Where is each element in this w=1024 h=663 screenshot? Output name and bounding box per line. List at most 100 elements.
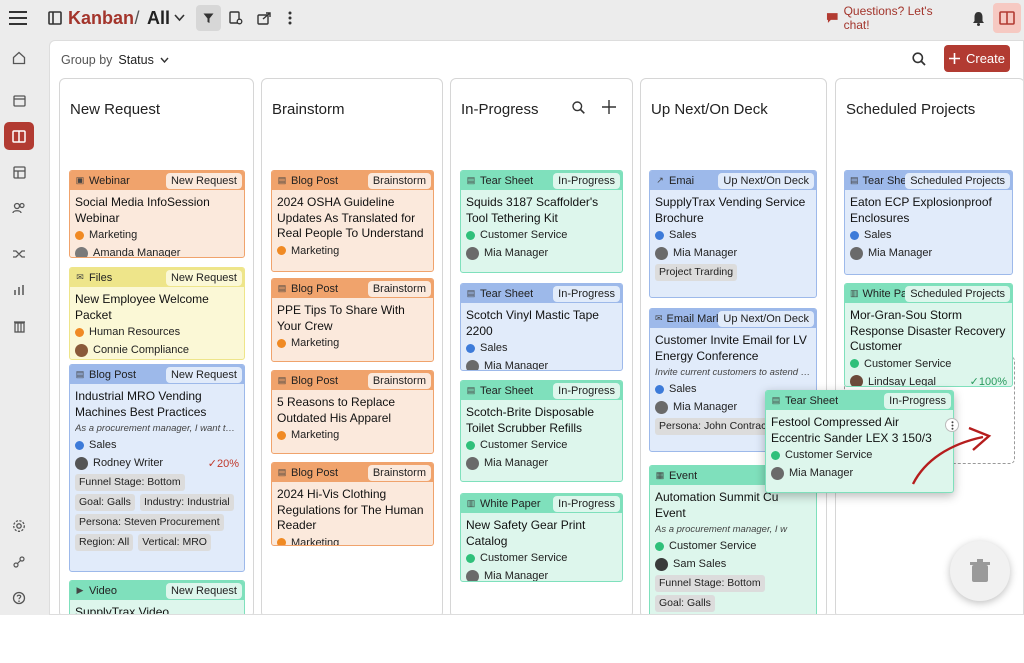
bell-icon[interactable] <box>968 0 988 36</box>
card-body: New Employee Welcome Packet Human Resourc… <box>70 287 244 359</box>
help-icon[interactable] <box>4 584 34 612</box>
progress-indicator: ✓20% <box>208 457 239 470</box>
owner-name: Mia Manager <box>484 247 549 259</box>
home-icon[interactable] <box>4 44 34 72</box>
card-type: ▥White Paper <box>850 288 905 300</box>
status-badge: Scheduled Projects <box>905 172 1010 189</box>
view-dropdown[interactable]: All <box>147 0 189 36</box>
card-type: ↗ Emai <box>655 175 694 187</box>
kanban-card[interactable]: ▶ Video New RequestSupplyTrax VideoCustome… <box>69 580 245 614</box>
share-icon[interactable] <box>254 0 274 36</box>
card-header: ▤ Tear Sheet In-Progress <box>461 381 622 400</box>
side-panel-icon[interactable] <box>993 3 1021 33</box>
column-in-progress: In-Progress ▤ Tear Sheet In-Progress Squids… <box>450 78 633 614</box>
kanban-card[interactable]: ▤ Blog Post Brainstorm 5 Reasons to Replace… <box>271 370 434 454</box>
card-type: ▤Tear Sheet <box>850 175 905 187</box>
column-up-next-on-deck: Up Next/On Deck ↗ Emai Up Next/On Deck Supp… <box>640 78 827 614</box>
users-icon[interactable] <box>4 194 34 222</box>
document-icon: ▤ <box>466 288 476 298</box>
kanban-card[interactable]: ✉ Files New Request New Employee Welcome Pa… <box>69 267 245 360</box>
title-separator: / <box>134 7 140 28</box>
card-type: ▤ Tear Sheet <box>466 288 533 300</box>
column-title: In-Progress <box>461 101 539 118</box>
department-label: Marketing <box>89 229 138 241</box>
kanban-card[interactable]: ▤ Tear Sheet In-Progress Scotch Vinyl Masti… <box>460 283 623 371</box>
kanban-card[interactable]: ↗ Emai Up Next/On Deck SupplyTrax Vending S… <box>649 170 817 298</box>
status-badge: New Request <box>165 269 242 286</box>
board-search-icon[interactable] <box>912 52 928 68</box>
department-row: Sales <box>655 226 811 244</box>
add-card-icon[interactable] <box>602 100 616 114</box>
column-title: Up Next/On Deck <box>651 101 768 118</box>
trash-drop-button[interactable] <box>950 541 1010 601</box>
department-row: Customer Service <box>466 436 617 454</box>
create-label: Create <box>965 51 1006 66</box>
department-dot <box>466 440 475 450</box>
analytics-icon[interactable] <box>4 276 34 304</box>
card-title: 2024 Hi-Vis Clothing Regulations for The… <box>277 487 424 532</box>
card-body: SupplyTrax Vending Service Brochure Sales… <box>650 190 816 285</box>
table-view-icon[interactable] <box>4 158 34 186</box>
department-row: Sales <box>466 339 617 357</box>
card-title: New Safety Gear Print Catalog <box>466 518 586 548</box>
top-bar: Kanban / All Questions? Let's chat! <box>0 0 1024 36</box>
shuffle-icon[interactable] <box>4 240 34 268</box>
card-title: SupplyTrax Vending Service Brochure <box>655 195 806 225</box>
column-search-icon[interactable] <box>572 101 586 115</box>
card-header: ✉Email Mark...Up Next/On Deck <box>650 309 816 328</box>
kanban-card[interactable]: ▤ Blog Post New Request Industrial MRO Vend… <box>69 364 245 572</box>
card-header: ▶ Video New Request <box>70 581 244 600</box>
kanban-card[interactable]: ▤Tear SheetScheduled ProjectsEaton ECP E… <box>844 170 1013 275</box>
card-body: Squids 3187 Scaffolder's Tool Tethering … <box>461 190 622 266</box>
chat-link[interactable]: Questions? Let's chat! <box>826 0 958 36</box>
avatar <box>771 466 784 480</box>
kanban-card[interactable]: ▤ Blog Post Brainstorm PPE Tips To Share Wi… <box>271 278 434 362</box>
filter-icon[interactable] <box>196 5 221 31</box>
kanban-card[interactable]: ▤ Blog Post Brainstorm 2024 Hi-Vis Clothing… <box>271 462 434 546</box>
department-dot <box>655 384 664 394</box>
kanban-card[interactable]: ▣ Webinar New Request Social Media InfoSess… <box>69 170 245 258</box>
card-type-label: Tear Sheet <box>480 287 534 300</box>
building-icon[interactable] <box>4 312 34 340</box>
kanban-card[interactable]: ▥ White Paper In-Progress New Safety Gear P… <box>460 493 623 582</box>
kanban-card[interactable]: ▤ Tear Sheet In-Progress Scotch-Brite Dispo… <box>460 380 623 482</box>
hamburger-menu-icon[interactable] <box>6 0 30 36</box>
status-badge: Brainstorm <box>367 372 431 389</box>
group-by-value: Status <box>118 53 154 67</box>
card-type: ▤ Blog Post <box>277 283 338 295</box>
owner-row: Sam Sales <box>655 555 811 573</box>
column-title: Brainstorm <box>272 101 345 118</box>
card-body: 2024 Hi-Vis Clothing Regulations for The… <box>272 482 433 545</box>
card-header: ✉ Files New Request <box>70 268 244 287</box>
avatar <box>466 359 479 370</box>
kanban-card[interactable]: ▥White PaperScheduled Projects Mor-Gran-S… <box>844 283 1013 387</box>
calendar-icon[interactable] <box>4 86 34 114</box>
card-description: Invite current customers to astend fro..… <box>655 367 811 378</box>
status-badge: In-Progress <box>884 392 951 409</box>
integrations-icon[interactable] <box>4 548 34 576</box>
department-row: Human Resources <box>75 323 239 341</box>
field-settings-icon[interactable] <box>226 0 246 36</box>
group-by-control[interactable]: Group by Status <box>61 51 169 69</box>
card-header: ▤ Blog Post New Request <box>70 365 244 384</box>
create-button[interactable]: Create <box>944 45 1010 72</box>
card-type-label: Blog Post <box>291 466 339 479</box>
card-body: Eaton ECP Explosionproof Enclosures Sales… <box>845 190 1012 266</box>
status-badge: Brainstorm <box>367 464 431 481</box>
kanban-board-icon[interactable] <box>4 122 34 150</box>
status-badge: New Request <box>165 582 242 599</box>
department-dot <box>850 359 859 368</box>
more-options-icon[interactable] <box>283 0 297 36</box>
department-label: Marketing <box>291 429 340 441</box>
owner-name: Mia Manager <box>484 360 549 371</box>
owner-row: Mia Manager <box>466 567 617 581</box>
avatar <box>75 456 88 470</box>
owner-row: Lindsay Legal ✓100% <box>850 373 1007 386</box>
department-label: Sales <box>864 229 892 241</box>
settings-gear-icon[interactable] <box>4 512 34 540</box>
card-type-label: Webinar <box>89 174 130 187</box>
kanban-card[interactable]: ▤ Blog Post Brainstorm 2024 OSHA Guideline … <box>271 170 434 272</box>
card-header: ▤ Blog Post Brainstorm <box>272 171 433 190</box>
owner-row: Amanda Manager <box>75 244 239 257</box>
kanban-card[interactable]: ▤ Tear Sheet In-Progress Squids 3187 Scaffo… <box>460 170 623 273</box>
